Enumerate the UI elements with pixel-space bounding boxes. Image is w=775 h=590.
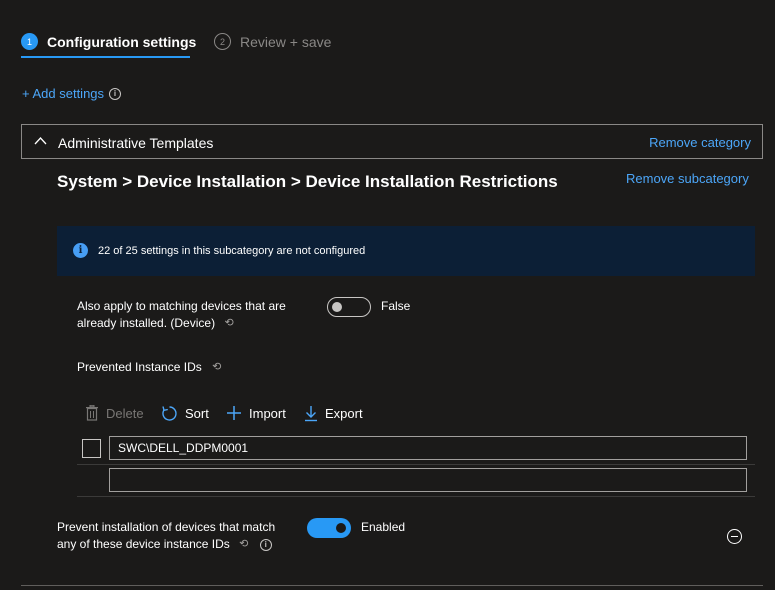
- setting-label-line: already installed. (Device): [77, 316, 216, 330]
- export-label: Export: [325, 406, 363, 421]
- add-settings-link[interactable]: + Add settings: [22, 86, 104, 101]
- setting-label-line: any of these device instance IDs: [57, 537, 230, 551]
- setting-label-row: already installed. (Device) ⟲: [77, 315, 286, 332]
- info-icon: i: [73, 243, 88, 258]
- also-apply-toggle[interactable]: [327, 297, 371, 317]
- export-button[interactable]: Export: [304, 405, 363, 422]
- prevent-installation-toggle[interactable]: [307, 518, 351, 538]
- toggle-knob: [332, 302, 342, 312]
- import-label: Import: [249, 405, 286, 421]
- subcategory-path: System > Device Installation > Device In…: [57, 172, 558, 191]
- setting-label-line: Also apply to matching devices that are: [77, 299, 286, 313]
- wizard-step-configuration[interactable]: 1 Configuration settings: [21, 33, 196, 50]
- info-banner-text: 22 of 25 settings in this subcategory ar…: [98, 245, 366, 257]
- row-divider: [77, 464, 755, 465]
- info-icon[interactable]: i: [259, 538, 272, 551]
- remove-subcategory-link[interactable]: Remove subcategory: [626, 171, 749, 186]
- info-banner: i 22 of 25 settings in this subcategory …: [57, 226, 755, 276]
- sync-icon: ⟲: [239, 538, 249, 550]
- prevent-installation-toggle-value: Enabled: [361, 520, 406, 534]
- also-apply-setting-label: Also apply to matching devices that are …: [77, 298, 286, 332]
- row-select-checkbox[interactable]: [82, 439, 101, 458]
- instance-id-input[interactable]: [109, 436, 747, 460]
- delete-button[interactable]: Delete: [85, 405, 144, 421]
- sort-button[interactable]: Sort: [161, 405, 209, 422]
- download-icon: [305, 406, 317, 422]
- setting-label-line: Prevent installation of devices that mat…: [57, 520, 276, 534]
- remove-setting-icon[interactable]: [727, 529, 742, 544]
- plus-icon: [227, 406, 241, 420]
- sync-icon: ⟲: [224, 317, 234, 329]
- sync-icon: ⟲: [212, 361, 222, 373]
- prevented-ids-label-row: Prevented Instance IDs ⟲: [77, 359, 223, 376]
- remove-category-link[interactable]: Remove category: [649, 135, 751, 150]
- step-label: Review + save: [240, 33, 332, 50]
- import-button[interactable]: Import: [226, 405, 286, 421]
- toggle-knob: [336, 523, 346, 533]
- prevent-installation-setting-label: Prevent installation of devices that mat…: [57, 519, 275, 553]
- add-settings-row: + Add settings i: [22, 86, 122, 101]
- info-icon[interactable]: i: [109, 87, 122, 100]
- active-step-underline: [21, 56, 190, 58]
- refresh-icon: [162, 406, 177, 421]
- sort-label: Sort: [185, 406, 209, 421]
- wizard-step-review[interactable]: 2 Review + save: [214, 33, 331, 50]
- step-number-badge: 2: [214, 33, 231, 50]
- setting-label-row: any of these device instance IDs ⟲ i: [57, 536, 275, 553]
- step-number-badge: 1: [21, 33, 38, 50]
- chevron-up-icon[interactable]: [34, 136, 47, 145]
- also-apply-toggle-value: False: [381, 299, 411, 313]
- row-divider: [77, 496, 755, 497]
- category-header[interactable]: Administrative Templates Remove category: [21, 124, 763, 159]
- prevented-ids-label: Prevented Instance IDs: [77, 360, 202, 374]
- section-divider: [21, 585, 763, 586]
- category-title: Administrative Templates: [58, 135, 214, 151]
- new-instance-id-input[interactable]: [109, 468, 747, 492]
- delete-label: Delete: [106, 405, 144, 421]
- step-label: Configuration settings: [47, 33, 197, 50]
- trash-icon: [86, 405, 98, 421]
